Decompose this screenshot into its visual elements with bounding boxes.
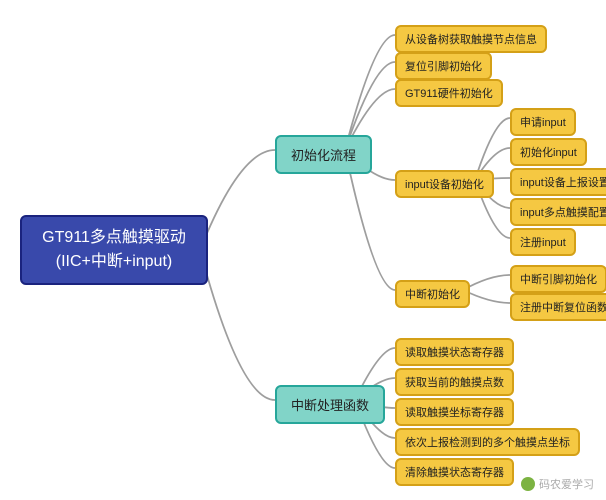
leaf-alloc: 申请input — [510, 108, 576, 136]
leaf-reg-label: 注册input — [520, 234, 566, 250]
leaf-initinput: 初始化input — [510, 138, 587, 166]
branch-irq: 中断处理函数 — [275, 385, 385, 424]
leaf-readcoord-label: 读取触摸坐标寄存器 — [405, 404, 504, 420]
leaf-reportpts-label: 依次上报检测到的多个触摸点坐标 — [405, 434, 570, 450]
leaf-input: input设备初始化 — [395, 170, 494, 198]
leaf-reset-label: 复位引脚初始化 — [405, 58, 482, 74]
branch-init: 初始化流程 — [275, 135, 372, 174]
leaf-report: input设备上报设置 — [510, 168, 606, 196]
leaf-devtree: 从设备树获取触摸节点信息 — [395, 25, 547, 53]
leaf-devtree-label: 从设备树获取触摸节点信息 — [405, 31, 537, 47]
leaf-multi: input多点触摸配置 — [510, 198, 606, 226]
leaf-hw: GT911硬件初始化 — [395, 79, 503, 107]
leaf-count: 获取当前的触摸点数 — [395, 368, 514, 396]
leaf-clear: 清除触摸状态寄存器 — [395, 458, 514, 486]
leaf-irqpin: 中断引脚初始化 — [510, 265, 606, 293]
leaf-readcoord: 读取触摸坐标寄存器 — [395, 398, 514, 426]
leaf-readstatus-label: 读取触摸状态寄存器 — [405, 344, 504, 360]
leaf-irqinit-label: 中断初始化 — [405, 286, 460, 302]
leaf-readstatus: 读取触摸状态寄存器 — [395, 338, 514, 366]
branch-init-label: 初始化流程 — [291, 145, 356, 164]
leaf-initinput-label: 初始化input — [520, 144, 577, 160]
root-label: GT911多点触摸驱动 (IIC+中断+input) — [42, 226, 186, 274]
leaf-irqpin-label: 中断引脚初始化 — [520, 271, 597, 287]
leaf-reportpts: 依次上报检测到的多个触摸点坐标 — [395, 428, 580, 456]
leaf-clear-label: 清除触摸状态寄存器 — [405, 464, 504, 480]
leaf-multi-label: input多点触摸配置 — [520, 204, 606, 220]
leaf-hw-label: GT911硬件初始化 — [405, 85, 493, 101]
leaf-report-label: input设备上报设置 — [520, 174, 606, 190]
leaf-irqregfn-label: 注册中断复位函数 — [520, 299, 606, 315]
leaf-reset: 复位引脚初始化 — [395, 52, 492, 80]
watermark-logo-icon — [521, 477, 535, 491]
leaf-count-label: 获取当前的触摸点数 — [405, 374, 504, 390]
leaf-input-label: input设备初始化 — [405, 176, 484, 192]
root-node: GT911多点触摸驱动 (IIC+中断+input) — [20, 215, 208, 285]
leaf-irqregfn: 注册中断复位函数 — [510, 293, 606, 321]
watermark-label: 码农爱学习 — [539, 476, 594, 492]
leaf-alloc-label: 申请input — [520, 114, 566, 130]
watermark: 码农爱学习 — [521, 476, 594, 492]
leaf-irqinit: 中断初始化 — [395, 280, 470, 308]
leaf-reg: 注册input — [510, 228, 576, 256]
branch-irq-label: 中断处理函数 — [291, 395, 369, 414]
